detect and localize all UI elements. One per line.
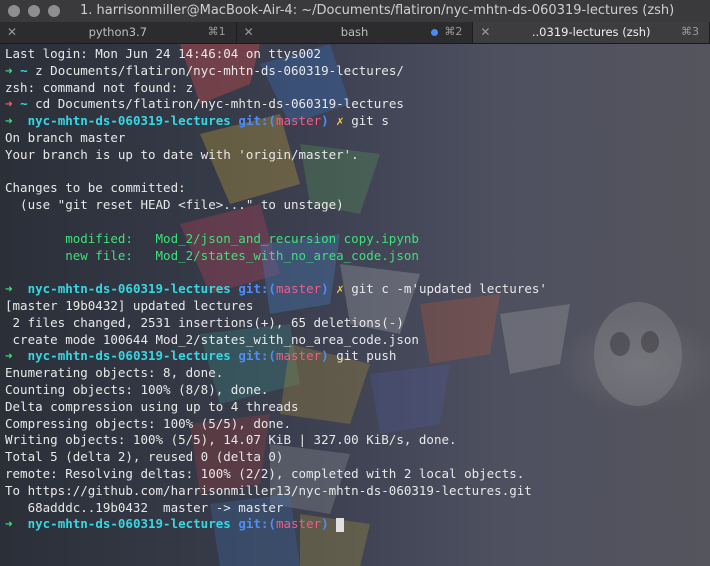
output-text: Total 5 (delta 2), reused 0 (delta 0) [5, 449, 284, 465]
output-text: Compressing objects: 100% (5/5), done. [5, 415, 291, 431]
output-line: Last login: Mon Jun 24 14:46:04 on ttys0… [5, 46, 710, 63]
cursor [336, 517, 345, 532]
staged-file-text: new file: Mod_2/states_with_no_area_code… [5, 247, 419, 263]
prompt-branch: master [275, 281, 322, 297]
zoom-window-button[interactable] [48, 5, 60, 17]
tab-label: python3.7 [88, 25, 148, 39]
prompt-git-label: git:( [238, 348, 276, 364]
command-text: git push [336, 348, 397, 364]
staged-file-line: modified: Mod_2/json_and_recursion copy.… [5, 231, 710, 248]
staged-file-text: modified: Mod_2/json_and_recursion copy.… [5, 230, 419, 246]
tab-shortcut: ⌘1 [207, 25, 226, 38]
output-line: Total 5 (delta 2), reused 0 (delta 0) [5, 449, 710, 466]
prompt-git-label: git:( [238, 113, 276, 129]
output-line: Compressing objects: 100% (5/5), done. [5, 416, 710, 433]
output-line: [master 19b0432] updated lectures [5, 298, 710, 315]
prompt-branch: master [275, 348, 322, 364]
output-line: zsh: command not found: z [5, 80, 710, 97]
tab-python[interactable]: ✕ python3.7 ⌘1 [0, 22, 237, 43]
output-line: Your branch is up to date with 'origin/m… [5, 147, 710, 164]
prompt-line: ➜ ~ cd Documents/flatiron/nyc-mhtn-ds-06… [5, 96, 710, 113]
prompt-dir: nyc-mhtn-ds-060319-lectures [27, 348, 231, 364]
output-text: zsh: command not found: z [5, 79, 194, 95]
command-text: z Documents/flatiron/nyc-mhtn-ds-060319-… [35, 62, 404, 78]
prompt-git-label: git:( [238, 281, 276, 297]
terminal-window: 1. harrisonmiller@MacBook-Air-4: ~/Docum… [0, 0, 710, 566]
minimize-window-button[interactable] [28, 5, 40, 17]
tab-bar: ✕ python3.7 ⌘1 ✕ bash ⌘2 ✕ ..0319-lectur… [0, 22, 710, 44]
output-text: On branch master [5, 129, 126, 145]
close-window-button[interactable] [8, 5, 20, 17]
tab-label: ..0319-lectures (zsh) [531, 25, 651, 39]
prompt-line: ➜ nyc-mhtn-ds-060319-lectures git:(maste… [5, 113, 710, 130]
prompt-git-label: ) [321, 281, 329, 297]
output-line: On branch master [5, 130, 710, 147]
output-line: Writing objects: 100% (5/5), 14.07 KiB |… [5, 432, 710, 449]
prompt-arrow-icon: ➜ [5, 62, 13, 78]
output-line: (use "git reset HEAD <file>..." to unsta… [5, 197, 710, 214]
window-title: 1. harrisonmiller@MacBook-Air-4: ~/Docum… [80, 3, 675, 18]
prompt-arrow-icon: ➜ [5, 516, 13, 532]
prompt-git-label: ) [321, 113, 329, 129]
output-line: To https://github.com/harrisonmiller13/n… [5, 483, 710, 500]
prompt-home-dir: ~ [20, 96, 28, 112]
terminal-lines: Last login: Mon Jun 24 14:46:04 on ttys0… [5, 46, 710, 533]
prompt-dir: nyc-mhtn-ds-060319-lectures [27, 113, 231, 129]
title-bar: 1. harrisonmiller@MacBook-Air-4: ~/Docum… [0, 0, 710, 22]
output-line: Enumerating objects: 8, done. [5, 365, 710, 382]
output-text: Changes to be committed: [5, 180, 186, 196]
output-text: remote: Resolving deltas: 100% (2/2), co… [5, 465, 525, 481]
output-line: remote: Resolving deltas: 100% (2/2), co… [5, 466, 710, 483]
output-text: 2 files changed, 2531 insertions(+), 65 … [5, 314, 404, 330]
output-line: create mode 100644 Mod_2/states_with_no_… [5, 332, 710, 349]
output-text: To https://github.com/harrisonmiller13/n… [5, 482, 532, 498]
prompt-git-label: ) [321, 516, 329, 532]
output-text: 68adddc..19b0432 master -> master [5, 499, 284, 515]
prompt-branch: master [275, 516, 322, 532]
dirty-mark-icon: ✗ [336, 281, 344, 297]
prompt-line: ➜ nyc-mhtn-ds-060319-lectures git:(maste… [5, 348, 710, 365]
command-text: git c -m'updated lectures' [351, 281, 547, 297]
terminal-output[interactable]: Last login: Mon Jun 24 14:46:04 on ttys0… [0, 44, 710, 566]
output-line: Delta compression using up to 4 threads [5, 399, 710, 416]
prompt-dir: nyc-mhtn-ds-060319-lectures [27, 281, 231, 297]
tab-shortcut: ⌘2 [444, 25, 463, 38]
prompt-git-label: ) [321, 348, 329, 364]
tab-shortcut: ⌘3 [681, 25, 700, 38]
tab-bash[interactable]: ✕ bash ⌘2 [237, 22, 474, 43]
output-text: [master 19b0432] updated lectures [5, 297, 254, 313]
output-line: Changes to be committed: [5, 180, 710, 197]
command-text: cd Documents/flatiron/nyc-mhtn-ds-060319… [35, 96, 404, 112]
staged-file-line: new file: Mod_2/states_with_no_area_code… [5, 248, 710, 265]
output-text: Enumerating objects: 8, done. [5, 365, 224, 381]
dirty-mark-icon: ✗ [336, 113, 344, 129]
prompt-line: ➜ nyc-mhtn-ds-060319-lectures git:(maste… [5, 516, 710, 533]
output-text: Counting objects: 100% (8/8), done. [5, 381, 269, 397]
output-line: Counting objects: 100% (8/8), done. [5, 382, 710, 399]
prompt-arrow-icon: ➜ [5, 96, 13, 112]
output-text: Last login: Mon Jun 24 14:46:04 on ttys0… [5, 46, 322, 61]
prompt-home-dir: ~ [20, 62, 28, 78]
command-text: git s [351, 113, 389, 129]
prompt-dir: nyc-mhtn-ds-060319-lectures [27, 516, 231, 532]
output-text: Delta compression using up to 4 threads [5, 398, 299, 414]
output-line: 2 files changed, 2531 insertions(+), 65 … [5, 315, 710, 332]
prompt-git-label: git:( [238, 516, 276, 532]
prompt-line: ➜ ~ z Documents/flatiron/nyc-mhtn-ds-060… [5, 63, 710, 80]
output-text: (use "git reset HEAD <file>..." to unsta… [5, 197, 344, 213]
output-line: 68adddc..19b0432 master -> master [5, 500, 710, 517]
prompt-line: ➜ nyc-mhtn-ds-060319-lectures git:(maste… [5, 281, 710, 298]
prompt-arrow-icon: ➜ [5, 348, 13, 364]
output-text: Writing objects: 100% (5/5), 14.07 KiB |… [5, 432, 457, 448]
output-text: create mode 100644 Mod_2/states_with_no_… [5, 331, 419, 347]
prompt-arrow-icon: ➜ [5, 281, 13, 297]
prompt-arrow-icon: ➜ [5, 113, 13, 129]
prompt-branch: master [275, 113, 322, 129]
output-text: Your branch is up to date with 'origin/m… [5, 146, 359, 162]
tab-zsh[interactable]: ✕ ..0319-lectures (zsh) ⌘3 [473, 22, 710, 43]
